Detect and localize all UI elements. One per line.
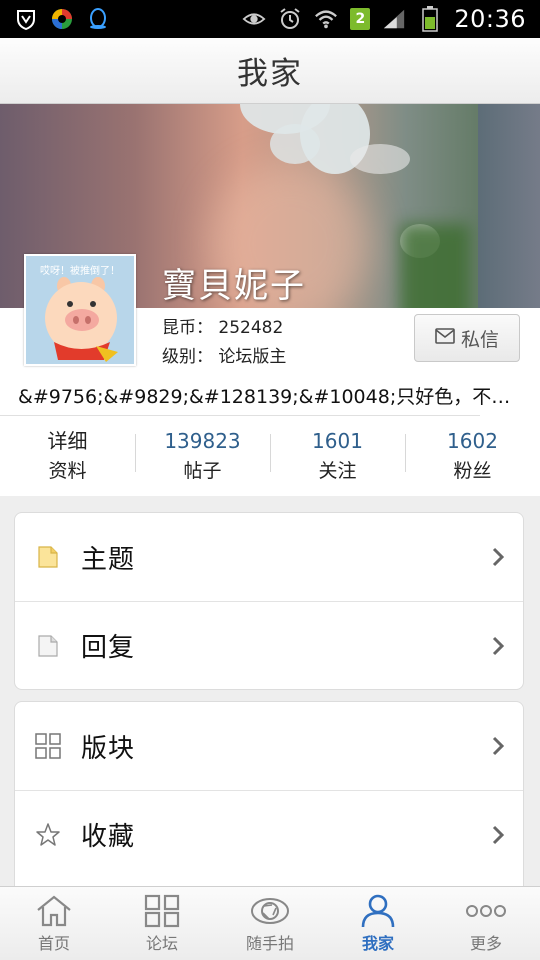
avatar-caption: 哎呀！被推倒了！ (40, 266, 120, 277)
private-message-label: 私信 (460, 328, 499, 351)
vpn-shield-icon (14, 7, 38, 31)
battery-icon (418, 6, 442, 32)
eye-icon (242, 7, 266, 31)
private-message-button[interactable]: 私信 (414, 314, 520, 362)
avatar[interactable]: 哎呀！被推倒了！ (24, 254, 136, 366)
menu-item-label: 收藏 (81, 822, 136, 852)
sim-slot-badge: 2 (350, 8, 371, 30)
menu-card-boards: 版块 收藏 (14, 701, 524, 901)
stat-posts[interactable]: 139823 帖子 (135, 416, 270, 496)
folder-icon (15, 545, 81, 569)
stat-profile-details[interactable]: 详细 资料 (0, 416, 135, 496)
menu-card-posts: 主题 回复 (14, 512, 524, 690)
tab-label: 更多 (469, 933, 502, 953)
coins-line: 昆币： 252482 (162, 313, 283, 338)
stat-value: 1602 (447, 429, 498, 453)
grid-icon (15, 733, 81, 759)
profile-username: 寶貝妮子 (162, 266, 306, 306)
coins-label: 昆币： (162, 318, 213, 338)
chevron-right-icon (473, 736, 523, 756)
tab-home[interactable]: 首页 (0, 887, 108, 960)
tab-forum[interactable]: 论坛 (108, 887, 216, 960)
envelope-icon (435, 327, 455, 349)
tab-more[interactable]: 更多 (432, 887, 540, 960)
tab-label: 随手拍 (245, 933, 294, 953)
star-icon (15, 822, 81, 848)
tab-label: 首页 (37, 933, 70, 953)
tab-label: 我家 (361, 933, 394, 953)
stat-label: 帖子 (183, 460, 222, 482)
title-bar: 我家 (0, 38, 540, 104)
home-icon (37, 895, 71, 926)
coins-value: 252482 (218, 318, 284, 338)
grid-icon (144, 894, 180, 927)
level-line: 级别： 论坛版主 (162, 342, 286, 367)
camera-aperture-icon (251, 897, 289, 924)
clock-time: 20:36 (454, 5, 526, 33)
stat-label: 粉丝 (453, 460, 492, 482)
stats-row: 详细 资料 139823 帖子 1601 关注 1602 粉丝 (0, 416, 540, 496)
level-label: 级别： (162, 347, 213, 367)
alarm-clock-icon (278, 7, 302, 31)
level-value: 论坛版主 (218, 347, 287, 367)
stat-following[interactable]: 1601 关注 (270, 416, 405, 496)
menu-item-topics[interactable]: 主题 (15, 513, 523, 601)
app-colorful-icon (50, 7, 74, 31)
qq-penguin-icon (86, 7, 110, 31)
tab-snapshot[interactable]: 随手拍 (216, 887, 324, 960)
stat-label: 关注 (318, 460, 357, 482)
page-title: 我家 (237, 56, 303, 92)
user-signature: &#9756;&#9829;&#128139;&#10048;只好色，不… (18, 386, 511, 408)
bottom-tab-bar: 首页 论坛 随手拍 我家 更多 (0, 886, 540, 960)
chevron-right-icon (473, 636, 523, 656)
wifi-icon (314, 7, 338, 31)
stat-followers[interactable]: 1602 粉丝 (405, 416, 540, 496)
document-icon (15, 634, 81, 658)
status-bar: 2 20:36 (0, 0, 540, 38)
stat-label: 资料 (48, 460, 87, 482)
stat-value: 详细 (47, 429, 88, 453)
menu-item-boards[interactable]: 版块 (15, 702, 523, 790)
tab-my-home[interactable]: 我家 (324, 887, 432, 960)
menu-item-replies[interactable]: 回复 (15, 601, 523, 689)
tab-label: 论坛 (145, 933, 178, 953)
signal-strength-icon (382, 7, 406, 31)
stat-value: 139823 (164, 429, 241, 453)
menu-item-label: 版块 (81, 733, 136, 764)
menu-item-label: 回复 (81, 633, 136, 663)
more-dots-icon (466, 904, 506, 917)
person-icon (361, 894, 395, 927)
chevron-right-icon (473, 547, 523, 567)
menu-item-label: 主题 (81, 544, 136, 575)
menu-item-favorites[interactable]: 收藏 (15, 790, 523, 878)
chevron-right-icon (473, 825, 523, 845)
stat-value: 1601 (312, 429, 363, 453)
